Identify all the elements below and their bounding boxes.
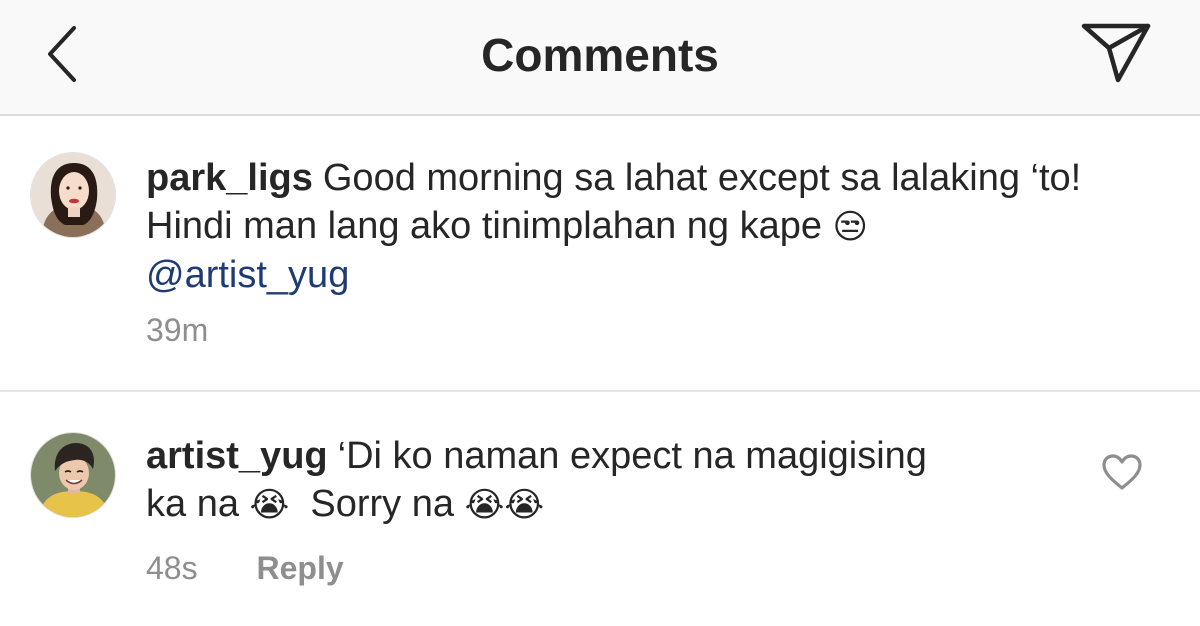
crying-emoji-icon: 😭 bbox=[504, 486, 545, 524]
comment-body-line1: Good morning sa lahat except sa lalaking… bbox=[322, 157, 1082, 199]
comments-header: Comments bbox=[0, 0, 1200, 116]
crying-emoji-icon: 😭 bbox=[249, 486, 290, 524]
profile-photo-icon bbox=[31, 153, 115, 237]
comment-timestamp: 48s bbox=[146, 550, 198, 586]
unamused-emoji-icon: 😒 bbox=[832, 208, 868, 246]
crying-emoji-icon: 😭 bbox=[464, 486, 505, 524]
page-title: Comments bbox=[481, 29, 719, 81]
comment-item: park_ligs Good morning sa lahat except sa… bbox=[0, 116, 1200, 392]
heart-outline-icon bbox=[1102, 454, 1142, 490]
comment-body-line2a: ka na bbox=[146, 483, 239, 525]
comment-body-line2b: Sorry na bbox=[310, 483, 455, 525]
comment-text: artist_yug ‘Di ko naman expect na magigis… bbox=[146, 432, 1076, 529]
comment-text: park_ligs Good morning sa lahat except sa… bbox=[146, 154, 1186, 299]
comment-username[interactable]: artist_yug bbox=[146, 435, 328, 477]
comment-meta: 48s Reply bbox=[146, 550, 344, 587]
mention-link[interactable]: @artist_yug bbox=[146, 254, 349, 296]
like-button[interactable] bbox=[1100, 452, 1144, 492]
comment-username[interactable]: park_ligs bbox=[146, 157, 313, 199]
profile-photo-icon bbox=[31, 433, 115, 517]
paper-plane-icon bbox=[1081, 23, 1151, 83]
comment-timestamp: 39m bbox=[146, 312, 209, 348]
avatar[interactable] bbox=[30, 152, 116, 238]
comment-body-line2: Hindi man lang ako tinimplahan ng kape bbox=[146, 205, 822, 247]
share-button[interactable] bbox=[1078, 20, 1154, 86]
comment-body-line1: ‘Di ko naman expect na magigising bbox=[337, 435, 927, 477]
comment-meta: 39m bbox=[146, 312, 208, 349]
avatar[interactable] bbox=[30, 432, 116, 518]
comment-item: artist_yug ‘Di ko naman expect na magigis… bbox=[0, 392, 1200, 626]
reply-button[interactable]: Reply bbox=[256, 550, 343, 586]
